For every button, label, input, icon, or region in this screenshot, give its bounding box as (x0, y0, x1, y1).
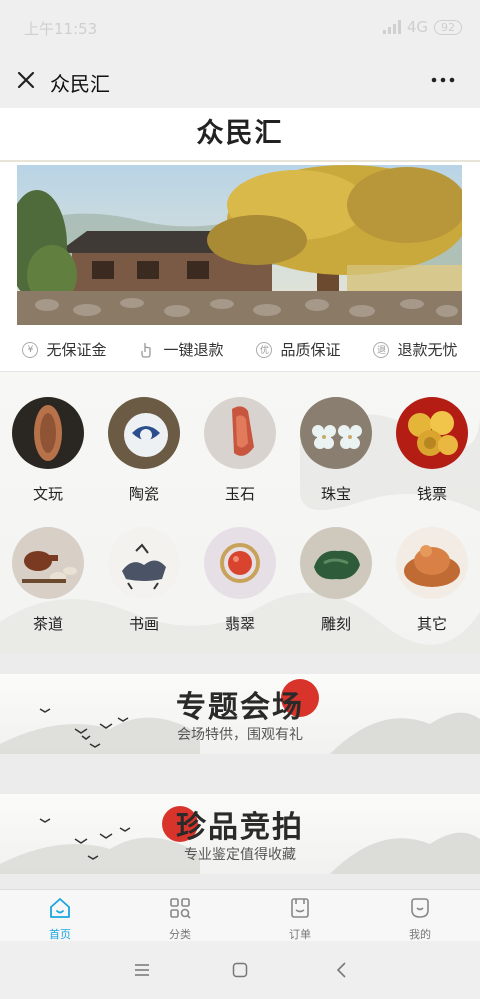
home-icon (50, 898, 70, 918)
banner (0, 162, 480, 328)
tab-label: 订单 (289, 928, 311, 941)
more-icon[interactable] (428, 66, 458, 94)
guarantee-refund-worry-free: 退 退款无忧 (373, 339, 458, 360)
battery-icon: 92 (434, 19, 462, 35)
order-icon (291, 898, 309, 918)
section-gap (0, 654, 480, 674)
status-time: 上午11:53 (24, 20, 98, 38)
nav-bar: 众民汇 (0, 56, 480, 108)
painting-thumbnail (108, 527, 180, 599)
category-ceramics[interactable]: 陶瓷 (96, 397, 192, 504)
tab-category[interactable]: 分类 (120, 890, 240, 941)
promo-title: 珍品竞拍 (176, 810, 304, 845)
category-jadeite[interactable]: 翡翠 (192, 527, 288, 634)
site-header: 众民汇 (0, 108, 480, 162)
category-calligraphy-painting[interactable]: 书画 (96, 527, 192, 634)
category-grid: 文玩 陶瓷 玉石 珠宝 钱票 茶道 书画 翡翠 雕刻 其它 (0, 372, 480, 654)
guarantee-label: 品质保证 (280, 341, 341, 359)
category-label: 珠宝 (320, 485, 351, 503)
category-label: 文玩 (32, 485, 63, 503)
nav-title: 众民汇 (50, 72, 110, 96)
bottom-tab-bar: 首页 分类 订单 我的 (0, 889, 480, 941)
tab-profile[interactable]: 我的 (360, 890, 480, 941)
refund-icon: 退 (373, 341, 390, 358)
category-jewelry[interactable]: 珠宝 (288, 397, 384, 504)
coins-thumbnail (396, 397, 468, 469)
tap-icon (141, 342, 152, 358)
tab-label: 我的 (409, 928, 431, 941)
tab-label: 分类 (169, 928, 191, 941)
guarantee-quality: 优 品质保证 (256, 339, 341, 360)
home-button-icon[interactable] (231, 961, 249, 979)
app-screen: 上午11:53 4G 92 众民汇 众民汇 ¥ 无保证金 一键退款 优 品质保证… (0, 0, 480, 999)
category-wenwan[interactable]: 文玩 (0, 397, 96, 504)
promo-subtitle: 会场特供，围观有礼 (177, 727, 303, 743)
guarantee-label: 一键退款 (163, 341, 224, 359)
category-label: 书画 (128, 615, 159, 633)
category-others[interactable]: 其它 (384, 527, 480, 634)
network-type: 4G (406, 18, 428, 36)
category-label: 玉石 (224, 485, 255, 503)
category-label: 翡翠 (224, 615, 255, 633)
promo-special-venue[interactable]: 专题会场 会场特供，围观有礼 (0, 674, 480, 754)
profile-icon (411, 898, 429, 918)
category-icon (170, 898, 191, 919)
ceramics-thumbnail (108, 397, 180, 469)
tab-orders[interactable]: 订单 (240, 890, 360, 941)
section-gap (0, 754, 480, 794)
guarantee-one-click-refund: 一键退款 (139, 339, 224, 360)
jadeite-thumbnail (204, 527, 276, 599)
tab-label: 首页 (49, 928, 71, 941)
menu-icon[interactable] (133, 961, 151, 979)
promo-treasure-auction[interactable]: 珍品竞拍 专业鉴定值得收藏 (0, 794, 480, 874)
promo-title: 专题会场 (176, 690, 304, 725)
status-indicators: 4G 92 (382, 18, 462, 36)
category-label: 雕刻 (320, 615, 351, 633)
others-thumbnail (396, 527, 468, 599)
carving-thumbnail (300, 527, 372, 599)
category-label: 茶道 (32, 615, 63, 633)
category-tea[interactable]: 茶道 (0, 527, 96, 634)
guarantee-label: 无保证金 (46, 341, 107, 359)
jade-stone-thumbnail (204, 397, 276, 469)
back-icon[interactable] (333, 961, 351, 979)
banner-image[interactable] (17, 165, 462, 325)
category-label: 陶瓷 (128, 485, 159, 503)
guarantee-label: 退款无忧 (397, 341, 458, 359)
tab-home[interactable]: 首页 (0, 890, 120, 941)
signal-icon (382, 20, 401, 34)
status-bar: 上午11:53 4G 92 (0, 0, 480, 56)
system-navigation-bar (0, 941, 480, 999)
category-carving[interactable]: 雕刻 (288, 527, 384, 634)
close-icon[interactable] (12, 66, 40, 94)
tea-thumbnail (12, 527, 84, 599)
category-label: 其它 (416, 615, 447, 633)
category-coins-notes[interactable]: 钱票 (384, 397, 480, 504)
yen-icon: ¥ (22, 341, 39, 358)
quality-icon: 优 (256, 341, 273, 358)
guarantee-bar: ¥ 无保证金 一键退款 优 品质保证 退 退款无忧 (0, 328, 480, 372)
page-title: 众民汇 (196, 118, 284, 149)
promo-subtitle: 专业鉴定值得收藏 (184, 847, 296, 863)
guarantee-no-deposit: ¥ 无保证金 (22, 339, 107, 360)
section-gap (0, 874, 480, 889)
jewelry-thumbnail (300, 397, 372, 469)
wenwan-thumbnail (12, 397, 84, 469)
category-jade-stone[interactable]: 玉石 (192, 397, 288, 504)
category-label: 钱票 (416, 485, 447, 503)
